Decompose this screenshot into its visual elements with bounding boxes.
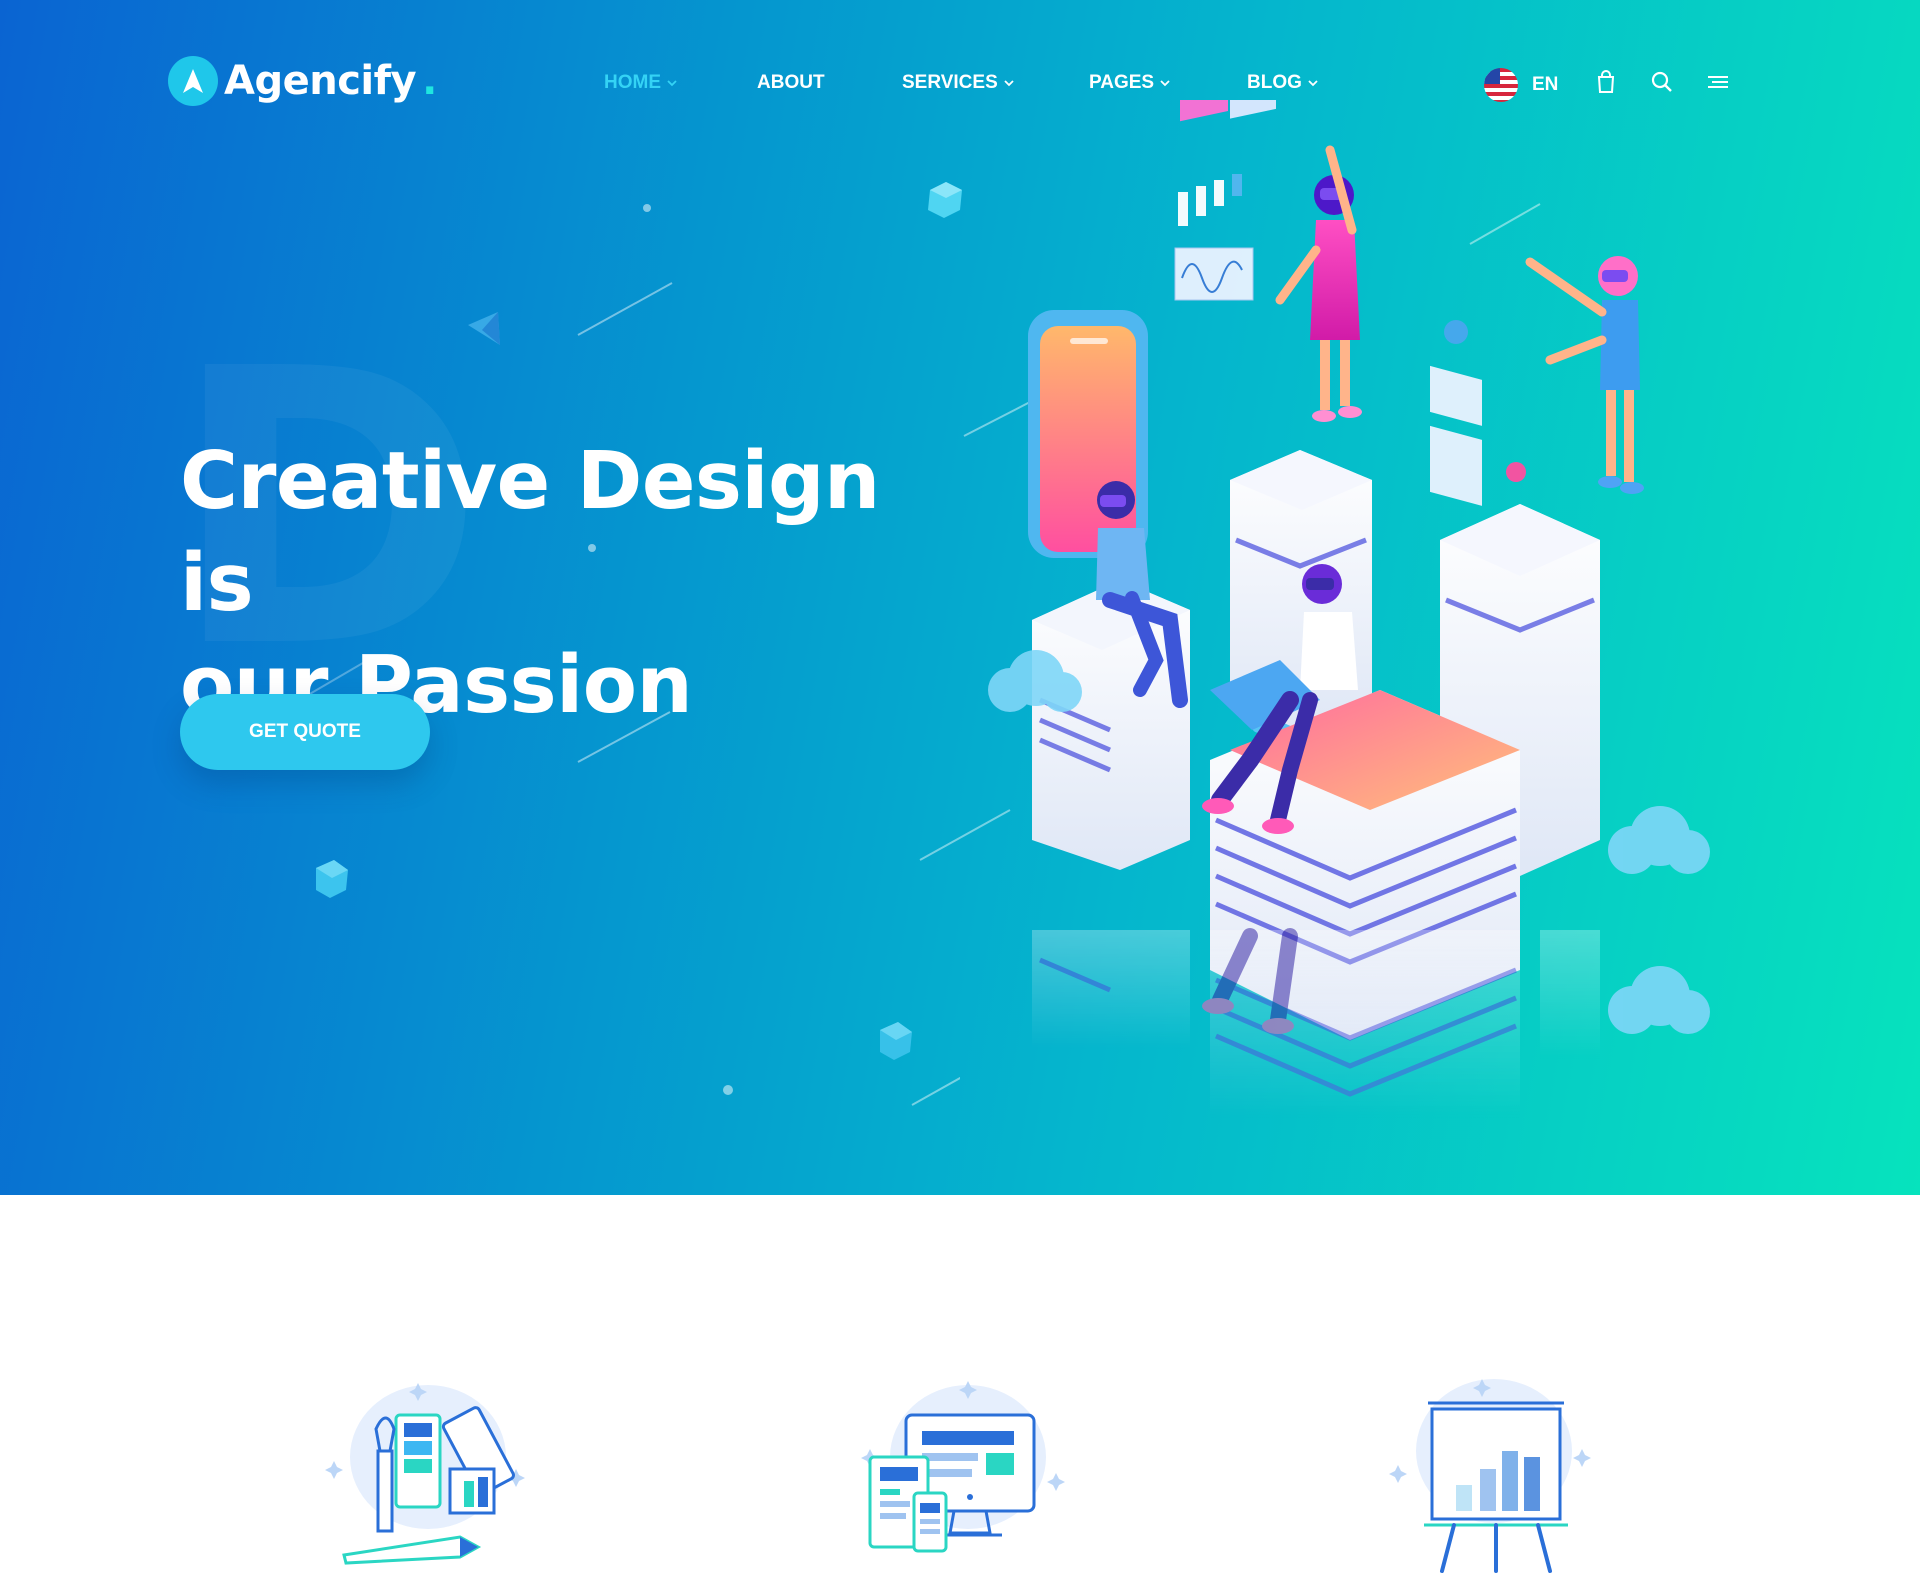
hero-title: Creative Design is our Passion xyxy=(180,430,940,736)
us-flag-icon xyxy=(1484,68,1518,102)
arrow-logo-icon xyxy=(168,56,218,106)
nav-item-label: HOME xyxy=(604,72,661,93)
logo[interactable]: Agencify. xyxy=(168,56,437,106)
logo-dot: . xyxy=(422,58,438,104)
chevron-down-icon xyxy=(1308,80,1318,87)
hero-section: D Agencify. HOME ABOUT SERVICES PAGES BL… xyxy=(0,0,1920,1195)
nav-item-label: SERVICES xyxy=(902,72,998,93)
design-palette-icon xyxy=(325,1383,525,1565)
nav-item-about[interactable]: ABOUT xyxy=(757,72,825,94)
chevron-down-icon xyxy=(1004,80,1014,87)
language-selector[interactable]: EN xyxy=(1484,68,1558,102)
nav-item-blog[interactable]: BLOG xyxy=(1247,72,1320,94)
nav-item-services[interactable]: SERVICES xyxy=(902,72,1016,94)
nav-item-label: BLOG xyxy=(1247,72,1302,93)
get-quote-button[interactable]: GET QUOTE xyxy=(180,694,430,770)
nav-item-label: PAGES xyxy=(1089,72,1155,93)
isometric-vr-team-illustration xyxy=(988,100,1710,1120)
shopping-bag-icon[interactable] xyxy=(1592,68,1620,96)
search-icon[interactable] xyxy=(1648,68,1676,96)
chevron-down-icon xyxy=(667,80,677,87)
hero-title-line1: Creative Design is xyxy=(180,435,880,629)
language-label: EN xyxy=(1532,74,1559,95)
analytics-board-icon xyxy=(1389,1379,1591,1573)
nav-item-pages[interactable]: PAGES xyxy=(1089,72,1172,94)
chevron-down-icon xyxy=(1160,80,1170,87)
nav-item-home[interactable]: HOME xyxy=(604,72,679,94)
logo-text: Agencify xyxy=(224,58,417,104)
web-layout-icon xyxy=(861,1381,1065,1553)
menu-icon[interactable] xyxy=(1704,68,1732,96)
nav-item-label: ABOUT xyxy=(757,72,825,93)
services-section xyxy=(0,1195,1920,1575)
